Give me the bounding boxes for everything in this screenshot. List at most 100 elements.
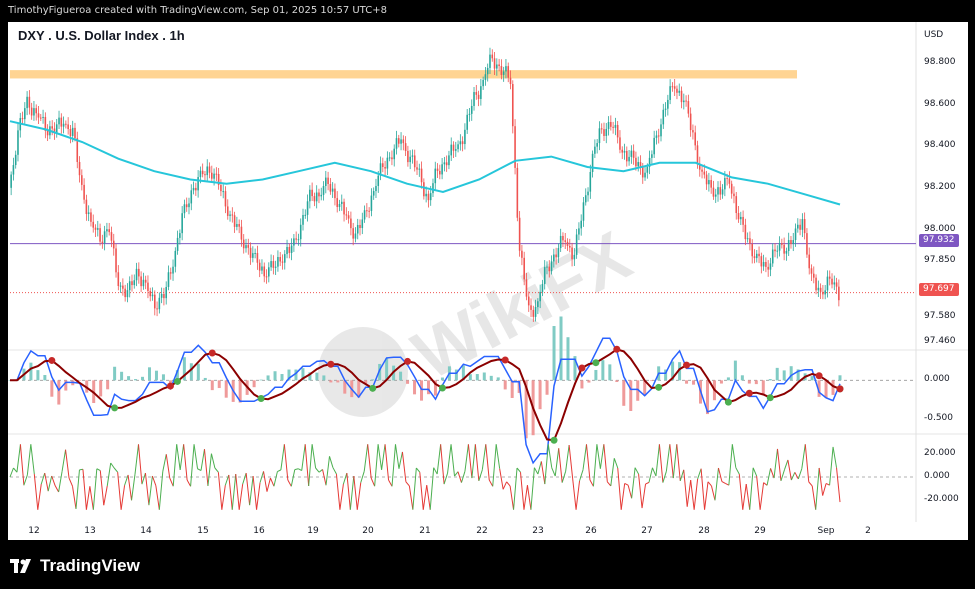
macd-histogram-bar bbox=[57, 380, 61, 405]
macd-cross-marker bbox=[815, 372, 823, 380]
candle-body bbox=[733, 193, 735, 197]
candle-body bbox=[603, 129, 605, 136]
oscillator-segment bbox=[745, 484, 751, 510]
oscillator-segment bbox=[669, 444, 674, 479]
macd-histogram-bar bbox=[587, 380, 591, 383]
candle-body bbox=[717, 187, 719, 195]
candle bbox=[434, 161, 437, 190]
candle bbox=[306, 194, 309, 222]
footer: TradingView bbox=[0, 540, 975, 589]
candle-body bbox=[730, 183, 733, 194]
candle bbox=[817, 280, 820, 297]
candle-body bbox=[785, 250, 788, 254]
candle-body bbox=[822, 291, 824, 295]
candle-body bbox=[511, 84, 514, 127]
macd-histogram-bar bbox=[594, 369, 598, 381]
oscillator-segment bbox=[811, 485, 817, 510]
candle-body bbox=[340, 201, 343, 204]
candle-body bbox=[55, 124, 58, 133]
candle bbox=[402, 135, 405, 151]
candle-body bbox=[454, 149, 457, 151]
candle bbox=[388, 152, 391, 162]
oscillator-segment bbox=[540, 461, 546, 485]
candle-body bbox=[505, 66, 507, 72]
candle-body bbox=[443, 162, 446, 165]
candle bbox=[400, 132, 402, 151]
candle bbox=[384, 160, 386, 176]
candle-body bbox=[635, 157, 637, 167]
candle bbox=[614, 117, 617, 136]
candle bbox=[514, 119, 516, 175]
macd-last-marker bbox=[836, 385, 844, 393]
candle-body bbox=[705, 174, 708, 185]
candle bbox=[69, 124, 72, 144]
candle-body bbox=[575, 234, 578, 255]
candle bbox=[689, 107, 692, 137]
oscillator-segment bbox=[335, 473, 341, 510]
time-tick-label: 12 bbox=[28, 526, 40, 536]
candle bbox=[222, 184, 224, 199]
macd-cross-marker bbox=[766, 394, 774, 402]
oscillator-segment bbox=[207, 453, 212, 487]
candle bbox=[153, 290, 156, 316]
oscillator-segment bbox=[592, 444, 598, 487]
macd-cross-marker bbox=[369, 384, 377, 392]
candle-body bbox=[313, 196, 316, 202]
candle-body bbox=[482, 79, 484, 87]
candle-body bbox=[671, 86, 674, 88]
candle bbox=[356, 218, 359, 240]
candle bbox=[206, 159, 209, 183]
candle-body bbox=[236, 224, 238, 227]
candle bbox=[705, 170, 708, 190]
oscillator-segment bbox=[162, 454, 167, 472]
candle bbox=[464, 123, 466, 150]
candle-body bbox=[461, 141, 464, 145]
candle bbox=[454, 141, 457, 157]
oscillator-segment bbox=[217, 472, 223, 510]
candle bbox=[584, 188, 587, 206]
candle-body bbox=[509, 77, 512, 85]
macd-histogram-bar bbox=[622, 380, 626, 406]
candle-body bbox=[746, 238, 749, 240]
candle bbox=[322, 181, 325, 201]
oscillator-segment bbox=[492, 444, 497, 487]
macd-histogram-bar bbox=[217, 380, 221, 389]
tradingview-logo[interactable]: TradingView bbox=[10, 556, 140, 576]
candle bbox=[607, 116, 610, 136]
macd-histogram-bar bbox=[280, 374, 284, 381]
macd-histogram-bar bbox=[810, 376, 814, 381]
chart-area[interactable]: WikiFX DXY . U.S. Dollar Index . 1h USD … bbox=[8, 22, 968, 540]
candle bbox=[204, 171, 206, 182]
oscillator-segment bbox=[186, 479, 192, 487]
oscillator-segment bbox=[30, 444, 35, 475]
candle bbox=[382, 157, 384, 173]
candle bbox=[655, 130, 658, 145]
candle bbox=[350, 211, 352, 236]
macd-histogram-bar bbox=[420, 380, 424, 401]
candle-body bbox=[806, 233, 808, 255]
oscillator-segment bbox=[110, 462, 115, 469]
candle-body bbox=[464, 129, 466, 145]
candle-body bbox=[71, 127, 74, 136]
oscillator-segment bbox=[700, 468, 706, 510]
time-tick-label: 21 bbox=[419, 526, 431, 536]
candle bbox=[808, 247, 811, 275]
chart-canvas[interactable]: WikiFX bbox=[8, 22, 968, 540]
candle-body bbox=[607, 122, 610, 129]
oscillator-segment bbox=[51, 475, 56, 486]
oscillator-segment bbox=[558, 448, 563, 483]
macd-cross-marker bbox=[578, 364, 586, 372]
candle bbox=[737, 206, 740, 223]
candle bbox=[717, 181, 719, 202]
macd-histogram-bar bbox=[273, 371, 277, 381]
oscillator-segment bbox=[134, 444, 139, 475]
oscillator-segment bbox=[617, 467, 622, 510]
oscillator-segment bbox=[742, 484, 747, 510]
oscillator-segment bbox=[624, 483, 629, 486]
oscillator-segment bbox=[155, 485, 160, 510]
oscillator-segment bbox=[124, 474, 129, 486]
oscillator-segment bbox=[738, 474, 744, 510]
candle-body bbox=[418, 168, 421, 170]
candle bbox=[701, 165, 703, 179]
macd-histogram-bar bbox=[768, 379, 772, 381]
